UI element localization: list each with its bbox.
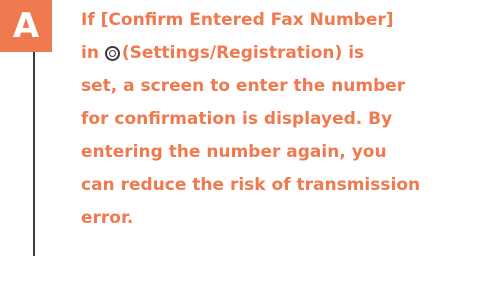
answer-badge: A <box>0 0 52 52</box>
answer-line-3: set, a screen to enter the number <box>81 76 406 96</box>
answer-line-2: in (Settings/Registration) is <box>81 37 479 70</box>
answer-line-2-prefix: in <box>81 43 99 63</box>
divider-line <box>33 52 35 256</box>
answer-line-4: for confirmation is displayed. By <box>81 109 393 129</box>
answer-line-6: can reduce the risk of transmission <box>81 175 421 195</box>
settings-registration-icon <box>104 46 120 61</box>
answer-line-2-suffix: (Settings/Registration) is <box>121 43 365 63</box>
answer-line-7: error. <box>81 208 134 228</box>
answer-text: If [Confirm Entered Fax Number] in (Sett… <box>81 4 479 235</box>
answer-line-1: If [Confirm Entered Fax Number] <box>81 10 394 30</box>
answer-line-5: entering the number again, you <box>81 142 387 162</box>
